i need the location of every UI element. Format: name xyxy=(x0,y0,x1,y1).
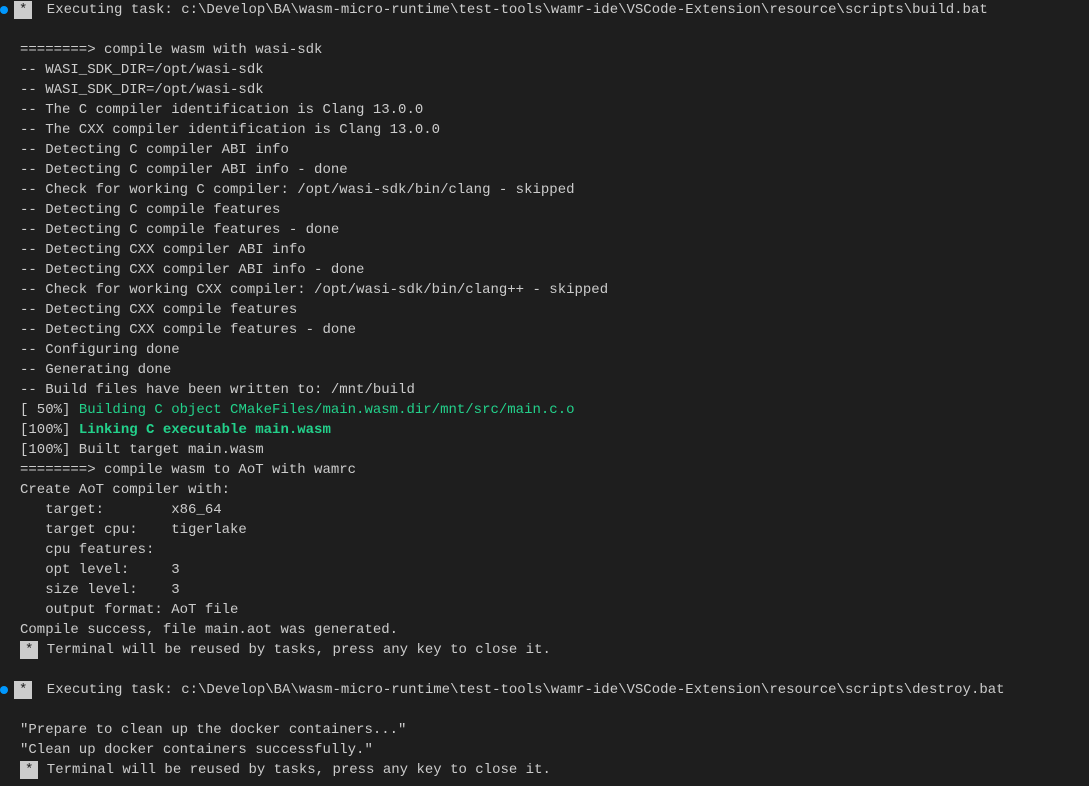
build-percent: [ 50%] xyxy=(20,402,79,418)
terminal-reuse-msg: Terminal will be reused by tasks, press … xyxy=(38,640,550,660)
terminal-reuse-msg: Terminal will be reused by tasks, press … xyxy=(38,760,550,780)
terminal-line: cpu features: xyxy=(20,540,1089,560)
terminal-line: -- Detecting C compile features xyxy=(20,200,1089,220)
terminal-output[interactable]: * Executing task: c:\Develop\BA\wasm-mic… xyxy=(0,0,1089,780)
blank-line xyxy=(0,20,1089,40)
terminal-line: output format: AoT file xyxy=(20,600,1089,620)
terminal-line: target: x86_64 xyxy=(20,500,1089,520)
task-command-text: Executing task: c:\Develop\BA\wasm-micro… xyxy=(38,0,996,20)
build-message: Linking C executable main.wasm xyxy=(79,422,331,438)
task-active-dot-icon xyxy=(0,6,8,14)
terminal-line: ========> compile wasm with wasi-sdk xyxy=(20,40,1089,60)
terminal-line: Compile success, file main.aot was gener… xyxy=(20,620,1089,640)
build-percent: [100%] xyxy=(20,422,79,438)
terminal-line: [100%] Built target main.wasm xyxy=(20,440,1089,460)
terminal-line: "Clean up docker containers successfully… xyxy=(20,740,1089,760)
terminal-line: -- The C compiler identification is Clan… xyxy=(20,100,1089,120)
output-block1: ========> compile wasm with wasi-sdk -- … xyxy=(0,40,1089,640)
terminal-line: size level: 3 xyxy=(20,580,1089,600)
blank-line xyxy=(0,700,1089,720)
terminal-line: -- Build files have been written to: /mn… xyxy=(20,380,1089,400)
terminal-line: -- WASI_SDK_DIR=/opt/wasi-sdk xyxy=(20,60,1089,80)
terminal-line: opt level: 3 xyxy=(20,560,1089,580)
terminal-line: target cpu: tigerlake xyxy=(20,520,1089,540)
terminal-line: "Prepare to clean up the docker containe… xyxy=(20,720,1089,740)
build-progress-line: [100%] Linking C executable main.wasm xyxy=(20,420,1089,440)
terminal-line: -- Detecting CXX compile features - done xyxy=(20,320,1089,340)
terminal-line: -- Generating done xyxy=(20,360,1089,380)
task-asterisk-badge: * xyxy=(14,681,32,699)
terminal-reuse-line: * Terminal will be reused by tasks, pres… xyxy=(0,760,1089,780)
task-header: * Executing task: c:\Develop\BA\wasm-mic… xyxy=(0,0,1089,20)
terminal-line: -- Detecting CXX compiler ABI info xyxy=(20,240,1089,260)
task-asterisk-badge: * xyxy=(20,641,38,659)
terminal-line: Create AoT compiler with: xyxy=(20,480,1089,500)
build-message: Building C object CMakeFiles/main.wasm.d… xyxy=(79,402,575,418)
terminal-line: ========> compile wasm to AoT with wamrc xyxy=(20,460,1089,480)
terminal-line: -- Check for working C compiler: /opt/wa… xyxy=(20,180,1089,200)
build-progress-line: [ 50%] Building C object CMakeFiles/main… xyxy=(20,400,1089,420)
task-active-dot-icon xyxy=(0,686,8,694)
task-asterisk-badge: * xyxy=(14,1,32,19)
terminal-line: -- Detecting C compiler ABI info xyxy=(20,140,1089,160)
terminal-line: -- Detecting C compile features - done xyxy=(20,220,1089,240)
task-header: * Executing task: c:\Develop\BA\wasm-mic… xyxy=(0,680,1089,700)
output-block2: "Prepare to clean up the docker containe… xyxy=(0,720,1089,760)
terminal-reuse-line: * Terminal will be reused by tasks, pres… xyxy=(0,640,1089,660)
terminal-line: -- The CXX compiler identification is Cl… xyxy=(20,120,1089,140)
terminal-line: -- Detecting C compiler ABI info - done xyxy=(20,160,1089,180)
terminal-line: -- Configuring done xyxy=(20,340,1089,360)
task-asterisk-badge: * xyxy=(20,761,38,779)
terminal-line: -- Detecting CXX compiler ABI info - don… xyxy=(20,260,1089,280)
blank-line xyxy=(0,660,1089,680)
task-command-text: Executing task: c:\Develop\BA\wasm-micro… xyxy=(38,680,1004,700)
terminal-line: -- WASI_SDK_DIR=/opt/wasi-sdk xyxy=(20,80,1089,100)
terminal-line: -- Check for working CXX compiler: /opt/… xyxy=(20,280,1089,300)
terminal-line: -- Detecting CXX compile features xyxy=(20,300,1089,320)
